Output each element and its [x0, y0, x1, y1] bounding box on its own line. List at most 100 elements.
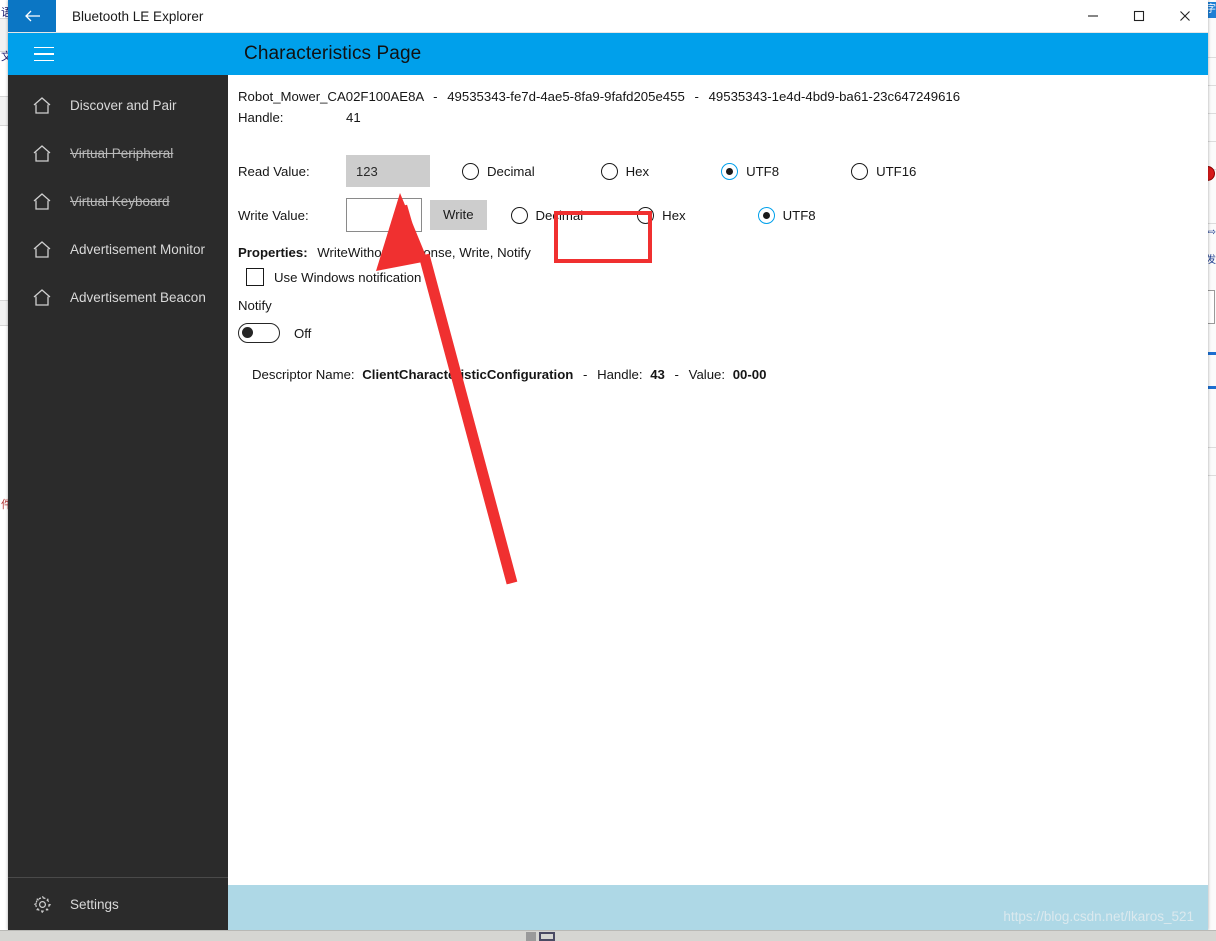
notify-section-label: Notify — [238, 298, 272, 313]
write-format-utf8-radio[interactable]: UTF8 — [757, 206, 816, 224]
sidebar-item-settings[interactable]: Settings — [8, 878, 228, 930]
sidebar-item-label: Discover and Pair — [70, 97, 177, 113]
read-value-label: Read Value: — [238, 163, 310, 179]
properties-row: Properties: WriteWithoutResponse, Write,… — [238, 245, 1208, 260]
status-footer: https://blog.csdn.net/lkaros_521 — [228, 885, 1208, 930]
sidebar-item-label: Settings — [70, 896, 119, 912]
radio-label: UTF8 — [782, 207, 816, 223]
sidebar-item-label: Advertisement Monitor — [70, 241, 206, 257]
read-format-radio-group: Decimal Hex UTF8 UTF16 — [430, 162, 917, 180]
write-value-label: Write Value: — [238, 207, 309, 223]
taskbar-window-icon[interactable] — [539, 932, 555, 941]
device-name: Robot_Mower_CA02F100AE8A — [238, 89, 424, 104]
descriptor-value-value: 00-00 — [732, 367, 767, 382]
handle-label: Handle: — [238, 110, 284, 125]
sidebar-nav-list: Discover and Pair Virtual Peripheral Vir… — [8, 75, 228, 321]
notify-toggle-state: Off — [294, 325, 312, 341]
descriptor-dash: - — [674, 367, 679, 382]
identity-separator: - — [694, 89, 699, 104]
radio-label: UTF8 — [746, 163, 780, 179]
taskbar-item-icon[interactable] — [526, 932, 536, 941]
radio-circle-icon — [600, 162, 618, 180]
home-icon — [20, 192, 64, 211]
home-icon — [20, 288, 64, 307]
home-icon — [20, 240, 64, 259]
sidebar-footer: Settings — [8, 877, 228, 930]
use-windows-notification-label: Use Windows notification — [274, 269, 422, 285]
home-icon — [20, 96, 64, 115]
descriptor-value-label: Value: — [688, 367, 726, 382]
descriptor-name-value: ClientCharacteristicConfiguration — [362, 367, 574, 382]
page-title: Characteristics Page — [244, 43, 422, 64]
window-title: Bluetooth LE Explorer — [72, 8, 204, 24]
screen-root: 语 文 件 字 ⇨ 发 Bluetooth LE Explorer Charac… — [0, 0, 1216, 941]
descriptor-handle-value: 43 — [650, 367, 665, 382]
write-value-input[interactable] — [346, 198, 422, 232]
hamburger-menu-icon[interactable] — [20, 33, 68, 75]
handle-value: 41 — [346, 110, 361, 125]
read-format-decimal-radio[interactable]: Decimal — [462, 162, 535, 180]
radio-circle-icon — [721, 162, 739, 180]
descriptor-handle-label: Handle: — [597, 367, 643, 382]
window-body: Discover and Pair Virtual Peripheral Vir… — [8, 75, 1208, 930]
radio-label: Hex — [625, 163, 650, 179]
sidebar-item-label: Advertisement Beacon — [70, 289, 206, 305]
minimize-button[interactable] — [1070, 0, 1116, 32]
window-controls — [1070, 0, 1208, 32]
sidebar-item-label: Virtual Peripheral — [70, 145, 174, 161]
radio-label: UTF16 — [876, 163, 917, 179]
radio-circle-icon — [637, 206, 655, 224]
radio-label: Decimal — [535, 207, 584, 223]
gear-icon — [20, 894, 64, 915]
descriptor-dash: - — [582, 367, 588, 382]
sidebar-item-discover-and-pair[interactable]: Discover and Pair — [8, 81, 228, 129]
handle-row: Handle: 41 — [238, 110, 1208, 125]
use-windows-notification-checkbox[interactable] — [246, 268, 264, 286]
read-format-utf16-radio[interactable]: UTF16 — [851, 162, 917, 180]
sidebar-item-label: Virtual Keyboard — [70, 193, 170, 209]
descriptor-row: Descriptor Name: ClientCharacteristicCon… — [238, 367, 1208, 382]
maximize-icon — [1133, 10, 1145, 22]
taskbar — [0, 930, 1216, 941]
characteristic-identity-line: Robot_Mower_CA02F100AE8A - 49535343-fe7d… — [238, 89, 1208, 104]
characteristics-content: Robot_Mower_CA02F100AE8A - 49535343-fe7d… — [228, 75, 1208, 885]
close-button[interactable] — [1162, 0, 1208, 32]
read-format-utf8-radio[interactable]: UTF8 — [721, 162, 780, 180]
main-pane: Robot_Mower_CA02F100AE8A - 49535343-fe7d… — [228, 75, 1208, 930]
maximize-button[interactable] — [1116, 0, 1162, 32]
write-format-hex-radio[interactable]: Hex — [637, 206, 686, 224]
radio-circle-icon — [757, 206, 775, 224]
command-bar: Characteristics Page — [8, 33, 1208, 75]
radio-label: Hex — [662, 207, 686, 223]
sidebar: Discover and Pair Virtual Peripheral Vir… — [8, 75, 228, 930]
sidebar-item-advertisement-beacon[interactable]: Advertisement Beacon — [8, 273, 228, 321]
back-button[interactable] — [8, 0, 56, 32]
characteristic-uuid: 49535343-1e4d-4bd9-ba61-23c647249616 — [708, 89, 961, 104]
write-button[interactable]: Write — [430, 200, 487, 230]
radio-circle-icon — [462, 162, 479, 180]
write-format-decimal-radio[interactable]: Decimal — [510, 206, 584, 224]
properties-label: Properties: — [238, 245, 308, 260]
service-uuid: 49535343-fe7d-4ae5-8fa9-9fafd205e455 — [447, 89, 685, 104]
write-format-radio-group: Decimal Hex UTF8 — [487, 206, 816, 224]
descriptor-name-label: Descriptor Name: — [252, 367, 355, 382]
radio-circle-icon — [510, 206, 528, 224]
notify-toggle-switch[interactable] — [238, 323, 280, 343]
read-value-row: Read Value: 123 Decimal Hex UTF8 UTF16 — [238, 147, 1208, 195]
watermark-text: https://blog.csdn.net/lkaros_521 — [1003, 909, 1194, 924]
read-format-hex-radio[interactable]: Hex — [600, 162, 650, 180]
sidebar-item-advertisement-monitor[interactable]: Advertisement Monitor — [8, 225, 228, 273]
identity-separator: - — [433, 89, 438, 104]
radio-circle-icon — [851, 162, 869, 180]
back-arrow-icon — [24, 10, 40, 22]
close-icon — [1180, 11, 1190, 21]
sidebar-item-virtual-peripheral[interactable]: Virtual Peripheral — [8, 129, 228, 177]
read-value-field[interactable]: 123 — [346, 155, 430, 187]
notify-toggle-row: Off — [238, 323, 1208, 343]
toggle-knob-icon — [242, 327, 253, 338]
properties-value: WriteWithoutResponse, Write, Notify — [317, 245, 531, 260]
use-windows-notification-row: Use Windows notification — [238, 268, 1208, 286]
title-bar: Bluetooth LE Explorer — [8, 0, 1208, 33]
write-value-row: Write Value: Write Decimal Hex UTF8 — [238, 195, 1208, 235]
sidebar-item-virtual-keyboard[interactable]: Virtual Keyboard — [8, 177, 228, 225]
